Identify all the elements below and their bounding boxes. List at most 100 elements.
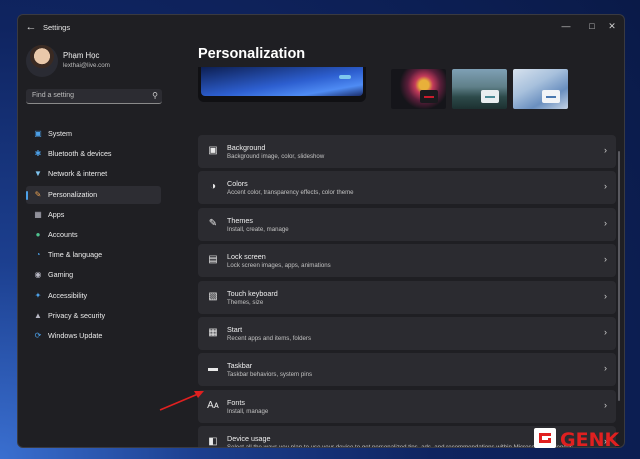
chevron-right-icon: › (604, 363, 607, 374)
main-content: Personalization ▣ Background Background im… (198, 41, 622, 447)
accessibility-icon: ✦ (34, 290, 42, 300)
sidebar-item-label: Privacy & security (48, 310, 106, 320)
minimize-icon[interactable]: — (556, 19, 576, 33)
sidebar-item-label: Personalization (48, 189, 98, 199)
start-icon: ▦ (208, 327, 218, 338)
card-subtitle: Recent apps and items, folders (227, 335, 312, 342)
taskbar-icon: ▬ (208, 363, 218, 375)
annotation-arrow (159, 391, 204, 411)
sidebar-item-windows-update[interactable]: ⟳ Windows Update (26, 327, 161, 345)
card-title: Colors (227, 179, 248, 189)
theme-thumbnail-2[interactable] (452, 69, 507, 109)
card-subtitle: Install, create, manage (227, 225, 289, 233)
card-subtitle: Accent color, transparency effects, colo… (227, 189, 354, 197)
keyboard-icon: ▧ (208, 290, 218, 302)
settings-window: ← Settings — □ ✕ Phạm Học lexthai@live.c… (17, 14, 625, 448)
sidebar-item-label: Gaming (48, 270, 74, 280)
card-title: Lock screen (227, 252, 266, 262)
chevron-right-icon: › (604, 217, 607, 228)
settings-card-touch-keyboard[interactable]: ▧ Touch keyboard Themes, size › (198, 280, 616, 314)
sidebar-item-label: Accessibility (48, 290, 88, 300)
sidebar-item-privacy-security[interactable]: ▲ Privacy & security (26, 307, 161, 325)
card-title: Taskbar (227, 361, 253, 371)
settings-card-themes[interactable]: ✎ Themes Install, create, manage › (198, 207, 616, 241)
card-title: Fonts (227, 397, 245, 407)
display-icon: ▣ (34, 129, 42, 138)
globe-clock-icon: ◔ (35, 250, 41, 260)
theme-preview-wallpaper (201, 67, 363, 96)
sidebar-item-bluetooth-devices[interactable]: ✱ Bluetooth & devices (26, 145, 161, 163)
sidebar-item-label: System (48, 129, 72, 138)
card-title: Touch keyboard (227, 288, 278, 298)
search-placeholder: Find a setting (32, 92, 75, 99)
card-title: Start (227, 325, 243, 334)
scrollbar[interactable] (618, 151, 620, 401)
fonts-icon: Aᴀ (207, 399, 219, 411)
card-title: Themes (227, 215, 253, 225)
thumb-window-shape (542, 90, 560, 103)
chevron-right-icon: › (604, 145, 607, 155)
card-subtitle: Background image, color, slideshow (227, 153, 325, 160)
pen-icon: ✎ (208, 217, 218, 229)
palette-icon: ◑ (209, 181, 217, 193)
image-icon: ▣ (208, 145, 218, 156)
chevron-right-icon: › (604, 327, 607, 337)
sidebar-item-label: Apps (48, 209, 65, 219)
window-title: Settings (43, 23, 71, 32)
thumb-window-shape (420, 90, 438, 103)
settings-card-fonts[interactable]: Aᴀ Fonts Install, manage › (198, 389, 616, 423)
card-subtitle: Install, manage (227, 407, 269, 415)
settings-card-start[interactable]: ▦ Start Recent apps and items, folders › (198, 317, 616, 350)
settings-card-taskbar[interactable]: ▬ Taskbar Taskbar behaviors, system pins › (198, 353, 616, 387)
update-icon: ⟳ (34, 331, 42, 340)
theme-preview (198, 67, 366, 102)
page-title: Personalization (198, 46, 306, 62)
device-usage-icon: ◧ (208, 436, 218, 447)
card-title: Background (227, 143, 266, 152)
theme-thumbnail-3[interactable] (513, 69, 568, 109)
search-icon[interactable]: ⚲ (152, 91, 158, 100)
title-bar: ← Settings — □ ✕ (18, 15, 624, 41)
sidebar-item-time-language[interactable]: ◔ Time & language (26, 246, 161, 264)
controller-icon: ◉ (34, 270, 42, 280)
close-icon[interactable]: ✕ (602, 19, 622, 33)
card-subtitle: Themes, size (227, 298, 264, 306)
person-icon: ● (35, 230, 41, 239)
settings-card-colors[interactable]: ◑ Colors Accent color, transparency effect… (198, 171, 616, 205)
sidebar-item-accessibility[interactable]: ✦ Accessibility (26, 287, 161, 305)
sidebar-item-system[interactable]: ▣ System (26, 125, 161, 143)
chevron-right-icon: › (604, 290, 607, 301)
theme-thumbnail-1[interactable] (391, 69, 446, 109)
user-email: lexthai@live.com (63, 62, 110, 69)
sidebar-item-label: Accounts (48, 230, 78, 239)
thumb-window-shape (481, 90, 499, 103)
sidebar-item-personalization[interactable]: ✎ Personalization (26, 185, 161, 204)
wifi-icon: ▼ (34, 169, 42, 179)
sidebar-item-label: Bluetooth & devices (48, 149, 112, 159)
sidebar-item-network-internet[interactable]: ▼ Network & internet (26, 165, 161, 183)
settings-card-lock-screen[interactable]: ▤ Lock screen Lock screen images, apps, an… (198, 244, 616, 278)
card-subtitle: Lock screen images, apps, animations (227, 262, 331, 270)
preview-accent-pill (339, 75, 351, 79)
sidebar-item-label: Time & language (48, 250, 103, 260)
sidebar-item-gaming[interactable]: ◉ Gaming (26, 266, 161, 284)
sidebar-item-accounts[interactable]: ● Accounts (26, 226, 161, 244)
lock-screen-icon: ▤ (208, 254, 218, 266)
genk-logo: GENK (534, 428, 620, 451)
bluetooth-icon: ✱ (34, 149, 42, 159)
sidebar-item-label: Network & internet (48, 169, 108, 179)
sidebar-item-label: Windows Update (48, 331, 103, 340)
avatar[interactable] (26, 45, 58, 77)
maximize-icon[interactable]: □ (582, 19, 602, 33)
sidebar-item-apps[interactable]: ▦ Apps (26, 206, 161, 224)
settings-card-background[interactable]: ▣ Background Background image, color, slid… (198, 135, 616, 168)
chevron-right-icon: › (604, 399, 607, 410)
shield-icon: ▲ (34, 310, 42, 320)
selection-indicator (26, 190, 28, 200)
back-arrow-icon[interactable]: ← (24, 20, 38, 34)
card-subtitle: Select all the ways you plan to use your… (227, 444, 575, 447)
apps-icon: ▦ (34, 209, 42, 219)
search-input[interactable]: Find a setting ⚲ (26, 89, 162, 104)
card-title: Device usage (227, 434, 271, 444)
chevron-right-icon: › (604, 181, 607, 192)
